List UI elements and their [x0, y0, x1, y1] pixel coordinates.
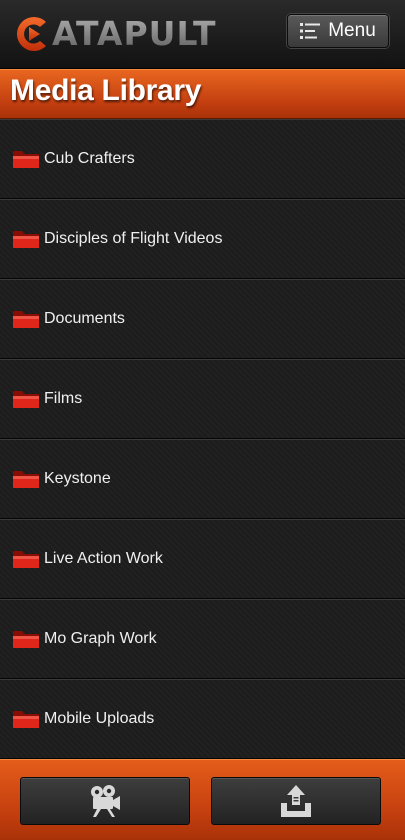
folder-label: Keystone [44, 470, 111, 487]
folder-label: Mobile Uploads [44, 710, 155, 727]
catapult-logo[interactable]: ATAPULT [12, 12, 217, 56]
folder-label: Cub Crafters [44, 150, 135, 167]
folder-icon [13, 311, 39, 328]
menu-button-label: Menu [328, 20, 376, 41]
folder-icon [13, 391, 39, 408]
page-title: Media Library [10, 74, 202, 107]
folder-item-disciples-of-flight-videos[interactable]: Disciples of Flight Videos [0, 199, 405, 279]
folder-item-keystone[interactable]: Keystone [0, 439, 405, 519]
bottom-toolbar [0, 759, 405, 840]
folder-list: Cub Crafters Disciples of Flight Videos … [0, 119, 405, 759]
folder-label: Films [44, 390, 83, 407]
video-button[interactable] [20, 777, 190, 825]
folder-item-live-action-work[interactable]: Live Action Work [0, 519, 405, 599]
folder-item-mo-graph-work[interactable]: Mo Graph Work [0, 599, 405, 679]
catapult-c-play-icon [16, 17, 46, 52]
folder-item-documents[interactable]: Documents [0, 279, 405, 359]
folder-icon [13, 711, 39, 728]
folder-item-cub-crafters[interactable]: Cub Crafters [0, 119, 405, 199]
page-title-bar: Media Library [0, 69, 405, 119]
list-menu-icon [300, 23, 321, 39]
folder-item-mobile-uploads[interactable]: Mobile Uploads [0, 679, 405, 759]
folder-label: Mo Graph Work [44, 630, 157, 647]
menu-button[interactable]: Menu [287, 14, 389, 48]
folder-icon [13, 471, 39, 488]
folder-icon [13, 631, 39, 648]
folder-label: Live Action Work [44, 550, 163, 567]
folder-icon [13, 551, 39, 568]
upload-button[interactable] [211, 777, 381, 825]
app-header: ATAPULT Menu [0, 0, 405, 69]
folder-icon [13, 231, 39, 248]
upload-tray-icon [281, 785, 311, 817]
video-camera-icon [91, 785, 120, 817]
folder-label: Disciples of Flight Videos [44, 230, 223, 247]
folder-icon [13, 151, 39, 168]
logo-wordmark: ATAPULT [52, 14, 217, 53]
folder-item-films[interactable]: Films [0, 359, 405, 439]
folder-label: Documents [44, 310, 125, 327]
